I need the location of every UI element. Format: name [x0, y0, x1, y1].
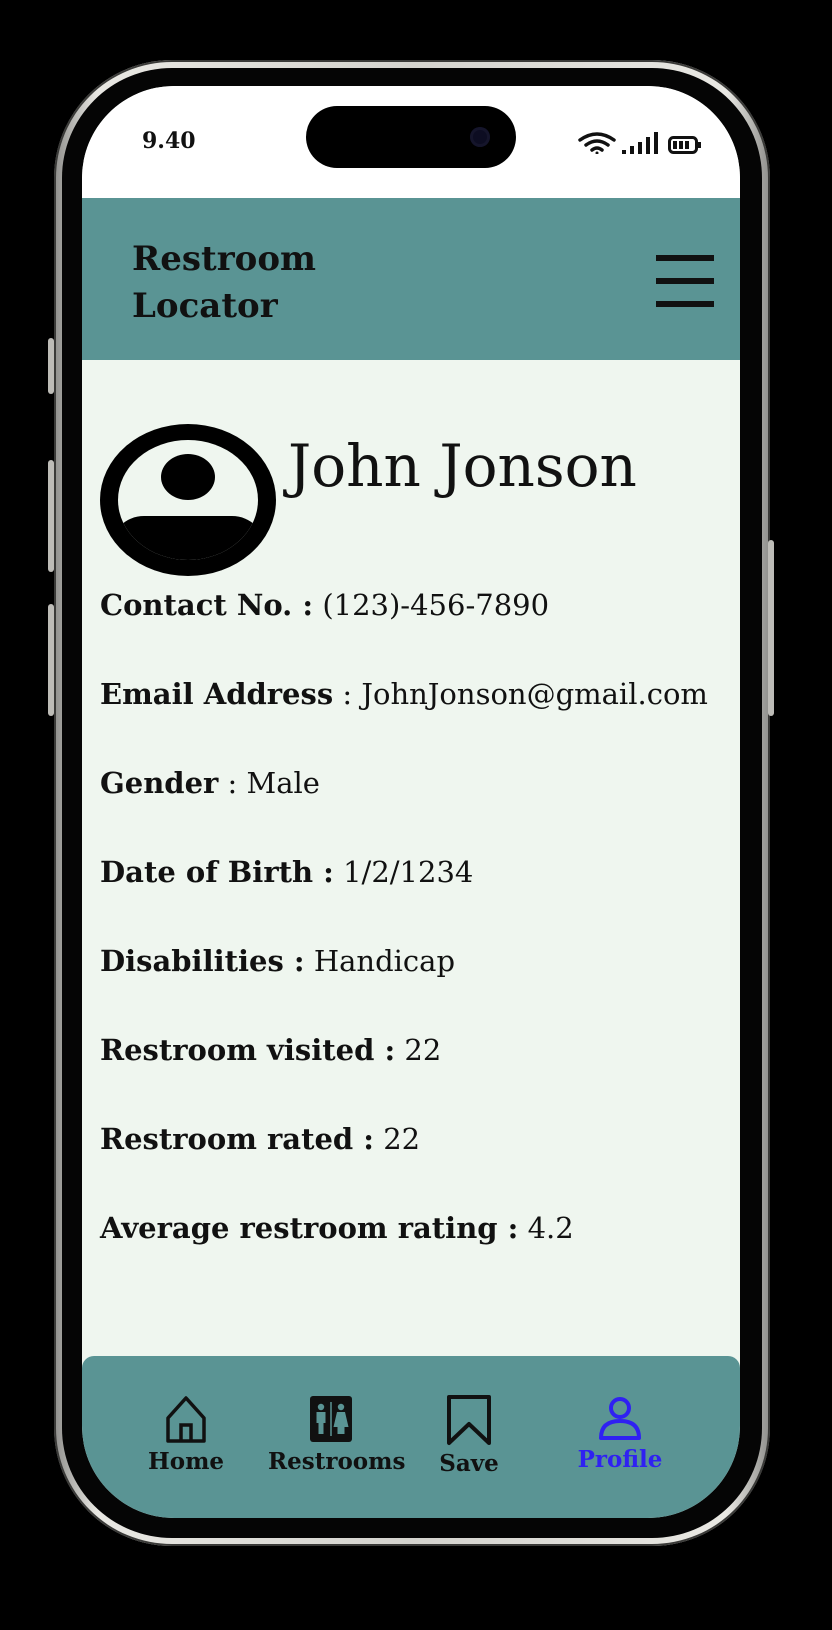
phone-screen: 9.40 Restroom Locator John Jonson Contac… — [82, 86, 740, 1518]
email-row: Email Address : JohnJonson@gmail.com — [100, 677, 708, 711]
camera-icon — [470, 127, 490, 147]
gender-value: : Male — [227, 766, 320, 800]
hamburger-menu-icon[interactable] — [656, 255, 714, 307]
email-value: : JohnJonson@gmail.com — [342, 677, 708, 711]
disabilities-label: Disabilities : — [100, 944, 305, 978]
contact-value: (123)-456-7890 — [322, 588, 550, 622]
nav-save-label: Save — [439, 1450, 499, 1477]
restroom-visited-value: 22 — [404, 1033, 442, 1067]
contact-label: Contact No. : — [100, 588, 314, 622]
power-button — [768, 540, 774, 716]
nav-home[interactable]: Home — [148, 1394, 224, 1475]
battery-icon — [668, 136, 701, 154]
dob-row: Date of Birth : 1/2/1234 — [100, 855, 473, 889]
restroom-rated-label: Restroom rated : — [100, 1122, 375, 1156]
average-rating-row: Average restroom rating : 4.2 — [100, 1211, 574, 1245]
nav-save[interactable]: Save — [436, 1394, 502, 1477]
dob-value: 1/2/1234 — [343, 855, 474, 889]
restroom-rated-value: 22 — [383, 1122, 421, 1156]
average-rating-value: 4.2 — [527, 1211, 574, 1245]
restroom-visited-row: Restroom visited : 22 — [100, 1033, 441, 1067]
profile-name: John Jonson — [288, 432, 637, 500]
gender-row: Gender : Male — [100, 766, 320, 800]
restroom-rated-row: Restroom rated : 22 — [100, 1122, 420, 1156]
profile-icon — [599, 1397, 641, 1440]
dynamic-island — [306, 106, 516, 168]
disabilities-value: Handicap — [313, 944, 456, 978]
disabilities-row: Disabilities : Handicap — [100, 944, 455, 978]
dob-label: Date of Birth : — [100, 855, 334, 889]
signal-icon — [622, 132, 658, 154]
status-time: 9.40 — [142, 128, 196, 154]
restroom-visited-label: Restroom visited : — [100, 1033, 396, 1067]
app-title: Restroom Locator — [132, 239, 316, 326]
average-rating-label: Average restroom rating : — [100, 1211, 519, 1245]
wifi-icon — [578, 132, 616, 154]
gender-label: Gender — [100, 766, 219, 800]
user-avatar-icon — [100, 424, 276, 576]
status-icons — [578, 132, 702, 154]
status-bar: 9.40 — [82, 86, 740, 198]
volume-up-button — [48, 460, 54, 572]
app-header: Restroom Locator — [82, 198, 740, 360]
email-label: Email Address — [100, 677, 334, 711]
action-button — [48, 338, 54, 394]
home-icon — [166, 1396, 206, 1443]
bookmark-icon — [447, 1395, 491, 1445]
nav-profile-label: Profile — [577, 1446, 663, 1473]
bottom-nav: Home Restrooms Save Profile — [82, 1356, 740, 1518]
volume-down-button — [48, 604, 54, 716]
contact-row: Contact No. : (123)-456-7890 — [100, 588, 549, 622]
restroom-icon — [310, 1396, 352, 1442]
nav-restrooms[interactable]: Restrooms — [268, 1394, 406, 1475]
nav-profile[interactable]: Profile — [572, 1394, 668, 1473]
nav-restrooms-label: Restrooms — [268, 1448, 406, 1475]
nav-home-label: Home — [148, 1448, 225, 1475]
